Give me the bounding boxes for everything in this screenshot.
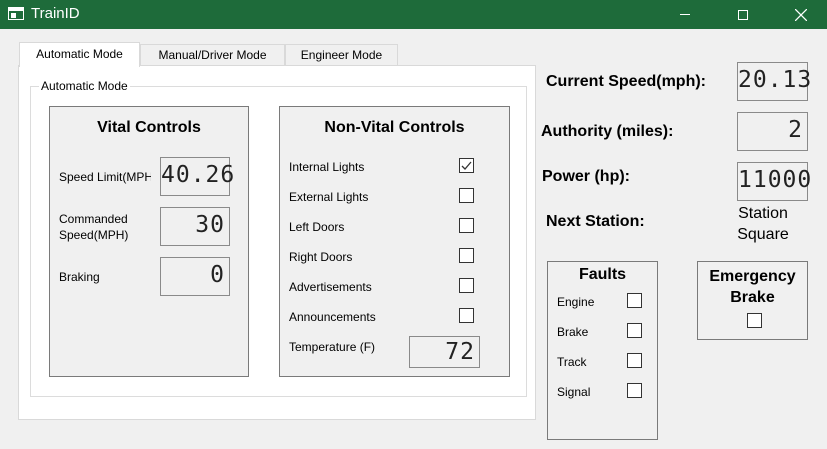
group-title: Automatic Mode <box>39 79 130 93</box>
external-lights-checkbox[interactable] <box>459 188 474 203</box>
advertisements-checkbox[interactable] <box>459 278 474 293</box>
engine-fault-checkbox[interactable] <box>627 293 642 308</box>
right-doors-label: Right Doors <box>289 250 353 264</box>
emergency-brake-frame: Emergency Brake <box>697 261 808 340</box>
left-doors-checkbox[interactable] <box>459 218 474 233</box>
emergency-brake-checkbox[interactable] <box>747 313 762 328</box>
checkmark-icon <box>461 161 472 170</box>
next-station-label: Next Station: <box>546 213 645 230</box>
commanded-speed-label-line2: Speed(MPH) <box>59 228 129 242</box>
left-doors-label: Left Doors <box>289 220 345 234</box>
braking-display: 0 <box>160 257 230 296</box>
minimize-icon <box>680 14 690 15</box>
current-speed-display: 20.13 <box>737 62 811 101</box>
announcements-label: Announcements <box>289 310 376 324</box>
power-label: Power (hp): <box>542 168 630 185</box>
track-fault-label: Track <box>557 355 587 369</box>
tab-engineer-mode[interactable]: Engineer Mode <box>285 44 398 66</box>
close-icon <box>795 8 807 21</box>
emergency-brake-title-line1: Emergency <box>709 268 796 285</box>
right-doors-checkbox[interactable] <box>459 248 474 263</box>
faults-frame: Faults <box>547 261 658 440</box>
next-station-line2: Square <box>737 226 789 243</box>
maximize-icon <box>738 9 748 20</box>
internal-lights-label: Internal Lights <box>289 160 365 174</box>
authority-label: Authority (miles): <box>541 123 674 140</box>
internal-lights-checkbox[interactable] <box>459 158 474 173</box>
external-lights-label: External Lights <box>289 190 369 204</box>
tab-manual-driver-mode[interactable]: Manual/Driver Mode <box>140 44 285 66</box>
signal-fault-checkbox[interactable] <box>627 383 642 398</box>
engine-fault-label: Engine <box>557 295 595 309</box>
brake-fault-checkbox[interactable] <box>627 323 642 338</box>
commanded-speed-label-line1: Commanded <box>59 212 128 226</box>
vital-controls-title: Vital Controls <box>97 119 201 136</box>
brake-fault-label: Brake <box>557 325 589 339</box>
emergency-brake-title: Emergency Brake <box>698 266 807 308</box>
track-fault-checkbox[interactable] <box>627 353 642 368</box>
faults-title: Faults <box>578 266 627 283</box>
title-bar: TrainID <box>0 0 827 29</box>
braking-label: Braking <box>59 270 100 284</box>
tab-automatic-mode[interactable]: Automatic Mode <box>19 42 140 67</box>
authority-display: 2 <box>737 112 808 151</box>
current-speed-label: Current Speed(mph): <box>546 73 706 90</box>
emergency-brake-title-line2: Brake <box>730 289 775 306</box>
advertisements-label: Advertisements <box>289 280 372 294</box>
temperature-label: Temperature (F) <box>289 340 376 354</box>
speed-limit-label: Speed Limit(MPH <box>59 170 151 184</box>
commanded-speed-display: 30 <box>160 207 230 246</box>
announcements-checkbox[interactable] <box>459 308 474 323</box>
window-title: TrainID <box>31 5 80 22</box>
power-display: 11000 <box>737 162 811 201</box>
next-station-value: Station Square <box>722 203 804 245</box>
temperature-display: 72 <box>409 336 480 368</box>
signal-fault-label: Signal <box>557 385 591 399</box>
app-window-icon <box>8 7 24 20</box>
close-button[interactable] <box>772 0 827 29</box>
next-station-line1: Station <box>738 205 788 222</box>
speed-limit-display: 40.26 <box>160 157 234 196</box>
minimize-button[interactable] <box>656 0 714 29</box>
non-vital-controls-title: Non-Vital Controls <box>324 119 465 136</box>
maximize-button[interactable] <box>714 0 772 29</box>
